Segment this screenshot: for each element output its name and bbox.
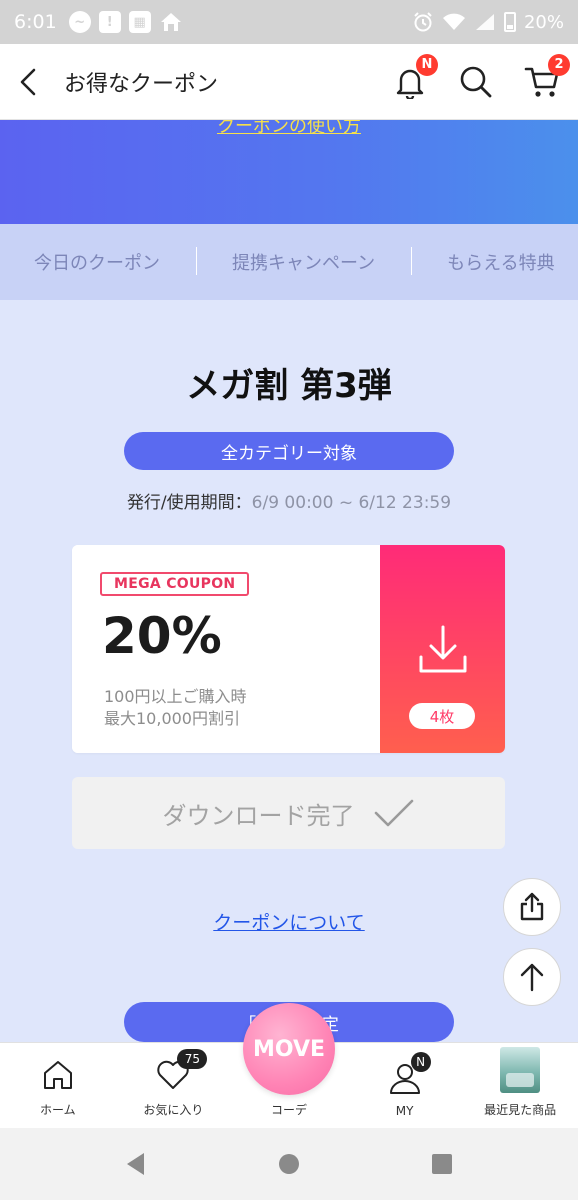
checkmark-icon	[374, 799, 413, 827]
system-back-button[interactable]	[116, 1144, 156, 1184]
period-label: 発行/使用期間：	[126, 493, 252, 513]
hero-banner: クーポンの使い方	[0, 120, 578, 224]
search-button[interactable]	[458, 64, 494, 100]
circle-home-icon	[278, 1154, 299, 1174]
recent-product-thumbnail	[500, 1047, 541, 1093]
category-pill: 全カテゴリー対象	[124, 432, 454, 470]
notification-badge: N	[416, 53, 438, 76]
heart-icon: 75	[155, 1049, 208, 1093]
favorites-badge: 75	[177, 1049, 208, 1069]
nav-home[interactable]: ホーム	[0, 1043, 116, 1128]
cart-button[interactable]: 2	[524, 53, 570, 100]
nav-home-label: ホーム	[39, 1103, 76, 1117]
arrow-up-icon	[520, 963, 544, 992]
wifi-icon	[442, 12, 466, 32]
system-recents-button[interactable]	[422, 1144, 462, 1184]
event-title: メガ割 第3弾	[186, 366, 392, 406]
bottom-navigation: ホーム 75 お気に入り MOVE コーデ N MY 最近見た商品	[0, 1003, 578, 1128]
nav-coordinate-label: コーデ	[270, 1103, 307, 1117]
max-discount-condition: 最大10,000円割引	[104, 709, 240, 728]
back-button[interactable]	[18, 62, 58, 102]
page-title: お得なクーポン	[64, 71, 219, 97]
nav-my[interactable]: N MY	[347, 1043, 463, 1128]
nav-my-label: MY	[395, 1104, 414, 1118]
discount-rate: 20%	[102, 607, 222, 665]
cart-badge: 2	[548, 53, 570, 76]
search-icon	[460, 66, 492, 97]
my-badge: N	[410, 1052, 431, 1072]
coupon-tabs: 今日のクーポン 提携キャンペーン もらえる特典	[0, 224, 578, 300]
system-home-button[interactable]	[269, 1144, 309, 1184]
nav-coordinate[interactable]: MOVE コーデ	[231, 1003, 347, 1128]
signal-icon	[474, 12, 496, 32]
nav-recently-viewed[interactable]: 最近見た商品	[462, 1043, 578, 1128]
min-purchase-condition: 100円以上ご購入時	[104, 687, 247, 706]
issue-period: 発行/使用期間：6/9 00:00 ~ 6/12 23:59	[0, 488, 578, 513]
coupon-details: MEGA COUPON 20% 100円以上ご購入時 最大10,000円割引	[72, 545, 380, 753]
coupon-download-button[interactable]: 4枚	[380, 545, 505, 753]
nav-recent-label: 最近見た商品	[484, 1103, 557, 1117]
home-nav-icon	[40, 1057, 76, 1093]
scroll-top-button[interactable]	[503, 948, 561, 1006]
period-value: 6/9 00:00 ~ 6/12 23:59	[251, 493, 452, 513]
battery-level: 20%	[523, 11, 564, 33]
alert-icon: !	[98, 11, 121, 33]
share-icon	[520, 892, 544, 921]
download-complete-button[interactable]: ダウンロード完了	[72, 777, 505, 849]
tab-todays-coupon[interactable]: 今日のクーポン	[0, 249, 196, 275]
app-header: お得なクーポン N 2	[0, 44, 578, 120]
notification-button[interactable]: N	[392, 53, 438, 100]
alarm-icon	[412, 11, 434, 33]
share-button[interactable]	[503, 878, 561, 936]
messenger-icon: ~	[68, 11, 91, 33]
move-logo: MOVE	[242, 1003, 335, 1095]
tab-rewards[interactable]: もらえる特典	[411, 247, 578, 275]
coupon-count: 4枚	[409, 703, 475, 729]
coupon-card: MEGA COUPON 20% 100円以上ご購入時 最大10,000円割引 4…	[72, 545, 505, 753]
user-icon: N	[387, 1052, 431, 1096]
square-recents-icon	[431, 1154, 452, 1174]
app-grid-icon: ▦	[128, 11, 151, 33]
coupon-howto-link[interactable]: クーポンの使い方	[0, 120, 578, 138]
tab-partner-campaign[interactable]: 提携キャンペーン	[196, 247, 411, 275]
triangle-back-icon	[127, 1153, 145, 1175]
download-icon	[419, 625, 467, 673]
home-icon	[159, 11, 183, 33]
mega-coupon-tag: MEGA COUPON	[100, 572, 250, 596]
status-time: 6:01	[14, 11, 57, 33]
battery-icon	[503, 12, 516, 32]
download-complete-label: ダウンロード完了	[162, 801, 355, 830]
about-coupon-link[interactable]: クーポンについて	[0, 908, 578, 935]
back-arrow-icon	[20, 68, 36, 95]
status-bar: 6:01 ~ ! ▦ 20%	[0, 0, 578, 44]
main-content: メガ割 第3弾 全カテゴリー対象 発行/使用期間：6/9 00:00 ~ 6/1…	[0, 300, 578, 1042]
system-navigation	[0, 1128, 578, 1200]
nav-favorites-label: お気に入り	[143, 1103, 204, 1117]
nav-favorites[interactable]: 75 お気に入り	[116, 1043, 232, 1128]
